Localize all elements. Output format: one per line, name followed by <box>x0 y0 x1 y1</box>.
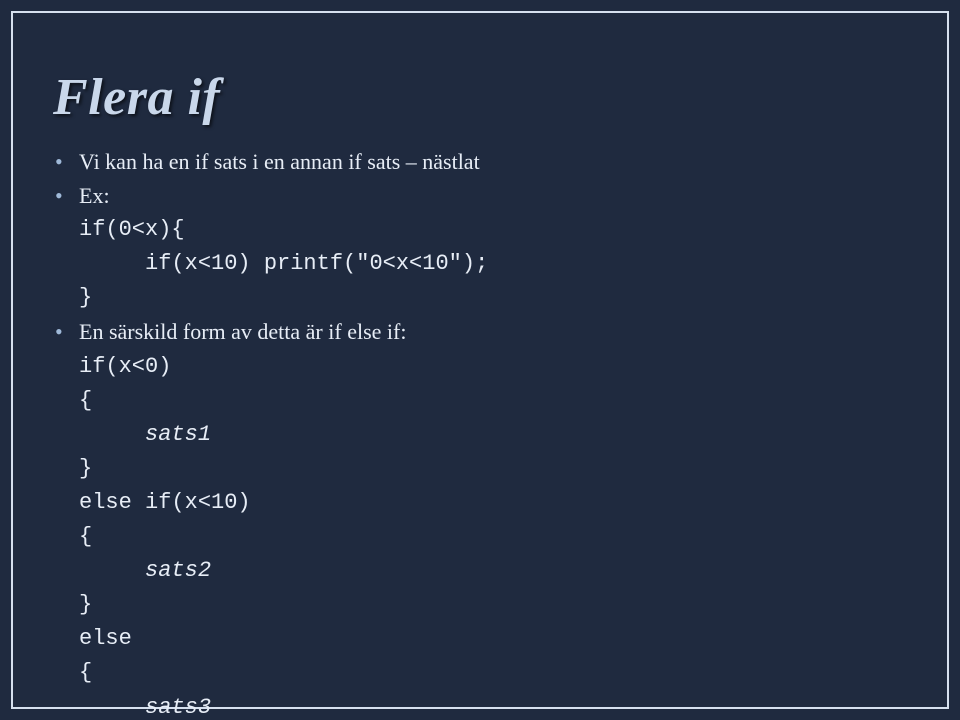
slide-title: Flera if <box>53 68 907 127</box>
code-line: sats1 <box>79 418 907 452</box>
code-line: { <box>79 520 907 554</box>
bullet-item: En särskild form av detta är if else if: <box>53 315 907 349</box>
code-block: if(x<0) { sats1 } else if(x<10) { sats2 … <box>53 350 907 720</box>
bullet-item: Ex: <box>53 179 907 213</box>
code-line: if(x<0) <box>79 350 907 384</box>
code-line: } <box>79 452 907 486</box>
bullet-list: Vi kan ha en if sats i en annan if sats … <box>53 145 907 720</box>
code-line: { <box>79 384 907 418</box>
code-line: else <box>79 622 907 656</box>
code-line: if(0<x){ if(x<10) printf("0<x<10"); } <box>79 213 907 315</box>
code-line: else if(x<10) <box>79 486 907 520</box>
bullet-item: Vi kan ha en if sats i en annan if sats … <box>53 145 907 179</box>
code-line: sats2 <box>79 554 907 588</box>
code-line: } <box>79 588 907 622</box>
code-line: { <box>79 656 907 690</box>
slide-frame: Flera if Vi kan ha en if sats i en annan… <box>11 11 949 709</box>
code-line: sats3 <box>79 691 907 720</box>
code-block: if(0<x){ if(x<10) printf("0<x<10"); } <box>53 213 907 315</box>
